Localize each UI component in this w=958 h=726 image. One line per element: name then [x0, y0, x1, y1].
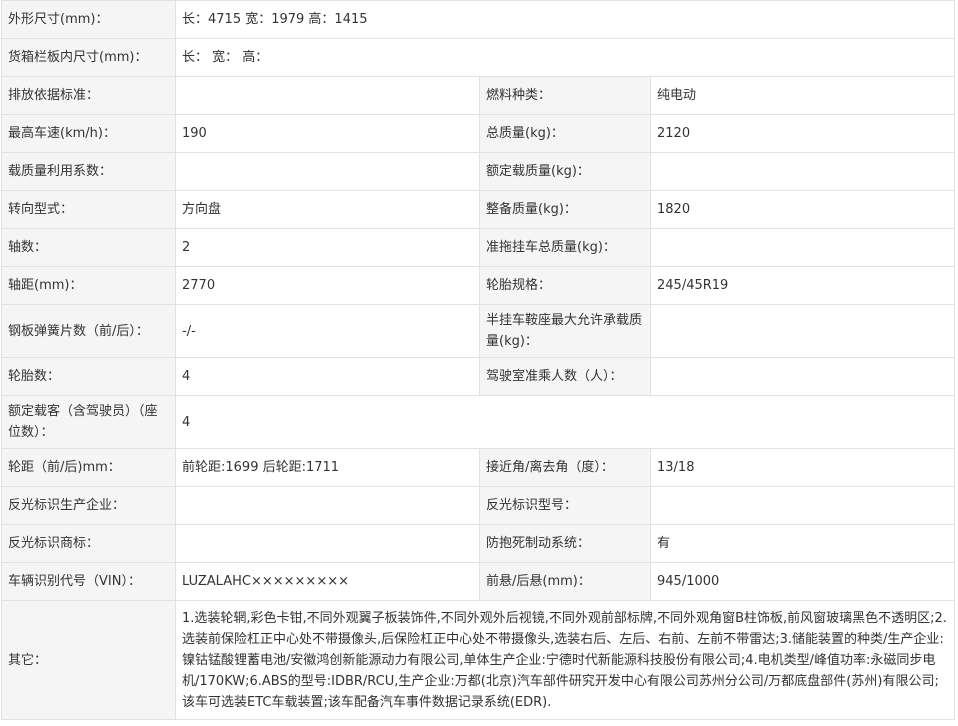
spec-value: 4: [174, 395, 956, 449]
spec-row-seating: 额定载客（含驾驶员）（座位数）： 4: [1, 395, 956, 449]
spec-row: 反光标识生产企业： 反光标识型号：: [1, 486, 956, 525]
spec-row-cargo-box: 货箱栏板内尺寸(mm)： 长： 宽： 高：: [1, 38, 956, 77]
spec-row: 钢板弹簧片数（前/后）： -/- 半挂车鞍座最大允许承载质量(kg)：: [1, 304, 956, 358]
spec-row: 轮胎数： 4 驾驶室准乘人数（人）：: [1, 357, 956, 396]
spec-row: 车辆识别代号（VIN）： LUZALAHC××××××××× 前悬/后悬(mm)…: [1, 562, 956, 601]
spec-label: 载质量利用系数：: [1, 152, 176, 191]
spec-value: [649, 357, 956, 396]
spec-row: 最高车速(km/h)： 190 总质量(kg)： 2120: [1, 114, 956, 153]
spec-value: [649, 228, 956, 267]
spec-label: 轴距(mm)：: [1, 266, 176, 305]
spec-value: 方向盘: [175, 190, 480, 229]
spec-value: 2770: [175, 266, 480, 305]
spec-value: -/-: [175, 304, 480, 358]
spec-label: 驾驶室准乘人数（人）：: [479, 357, 651, 396]
spec-row-dimensions: 外形尺寸(mm)： 长：4715 宽：1979 高：1415: [1, 0, 956, 39]
spec-label: 半挂车鞍座最大允许承载质量(kg)：: [479, 304, 651, 358]
spec-value: 190: [175, 114, 480, 153]
spec-value: 有: [649, 524, 956, 563]
spec-label: 货箱栏板内尺寸(mm)：: [1, 38, 176, 77]
spec-value: 2: [175, 228, 480, 267]
spec-row: 轴数： 2 准拖挂车总质量(kg)：: [1, 228, 956, 267]
spec-value: [175, 152, 480, 191]
spec-label: 轴数：: [1, 228, 176, 267]
spec-label: 排放依据标准：: [1, 76, 176, 115]
spec-label: 总质量(kg)：: [479, 114, 651, 153]
spec-label: 准拖挂车总质量(kg)：: [479, 228, 651, 267]
spec-value: 前轮距:1699 后轮距:1711: [175, 448, 480, 487]
vehicle-spec-table: 外形尺寸(mm)： 长：4715 宽：1979 高：1415 货箱栏板内尺寸(m…: [1, 0, 956, 720]
spec-value: [649, 152, 956, 191]
spec-value: 长：4715 宽：1979 高：1415: [174, 0, 956, 39]
spec-value: [649, 486, 956, 525]
spec-row: 反光标识商标： 防抱死制动系统： 有: [1, 524, 956, 563]
spec-label: 前悬/后悬(mm)：: [479, 562, 651, 601]
spec-value: [175, 486, 480, 525]
spec-label: 整备质量(kg)：: [479, 190, 651, 229]
spec-label: 额定载客（含驾驶员）（座位数）：: [1, 395, 176, 449]
spec-label: 转向型式：: [1, 190, 176, 229]
spec-value: 245/45R19: [649, 266, 956, 305]
spec-label: 防抱死制动系统：: [479, 524, 651, 563]
spec-label: 接近角/离去角（度）：: [479, 448, 651, 487]
spec-value: [175, 524, 480, 563]
spec-row: 排放依据标准： 燃料种类： 纯电动: [1, 76, 956, 115]
other-label: 其它：: [1, 600, 176, 720]
spec-value: [175, 76, 480, 115]
spec-label: 额定载质量(kg)：: [479, 152, 651, 191]
spec-value: 945/1000: [649, 562, 956, 601]
spec-row-other: 其它： 1.选装轮辋,彩色卡钳,不同外观翼子板装饰件,不同外观外后视镜,不同外观…: [1, 600, 956, 720]
spec-value: 13/18: [649, 448, 956, 487]
spec-label: 燃料种类：: [479, 76, 651, 115]
spec-row: 轴距(mm)： 2770 轮胎规格： 245/45R19: [1, 266, 956, 305]
spec-label: 反光标识型号：: [479, 486, 651, 525]
spec-value: 长： 宽： 高：: [174, 38, 956, 77]
spec-label: 最高车速(km/h)：: [1, 114, 176, 153]
spec-label: 反光标识商标：: [1, 524, 176, 563]
spec-value: 纯电动: [649, 76, 956, 115]
spec-value: [649, 304, 956, 358]
spec-value: 2120: [649, 114, 956, 153]
spec-label: 钢板弹簧片数（前/后）：: [1, 304, 176, 358]
other-notes: 1.选装轮辋,彩色卡钳,不同外观翼子板装饰件,不同外观外后视镜,不同外观前部标牌…: [174, 600, 956, 720]
spec-row: 载质量利用系数： 额定载质量(kg)：: [1, 152, 956, 191]
spec-label: 轮距（前/后)mm：: [1, 448, 176, 487]
spec-label: 反光标识生产企业：: [1, 486, 176, 525]
spec-value: 1820: [649, 190, 956, 229]
spec-label: 车辆识别代号（VIN）：: [1, 562, 176, 601]
spec-row: 转向型式： 方向盘 整备质量(kg)： 1820: [1, 190, 956, 229]
spec-row: 轮距（前/后)mm： 前轮距:1699 后轮距:1711 接近角/离去角（度）：…: [1, 448, 956, 487]
spec-value: 4: [175, 357, 480, 396]
spec-label: 轮胎规格：: [479, 266, 651, 305]
spec-value: LUZALAHC×××××××××: [175, 562, 480, 601]
spec-label: 外形尺寸(mm)：: [1, 0, 176, 39]
spec-label: 轮胎数：: [1, 357, 176, 396]
